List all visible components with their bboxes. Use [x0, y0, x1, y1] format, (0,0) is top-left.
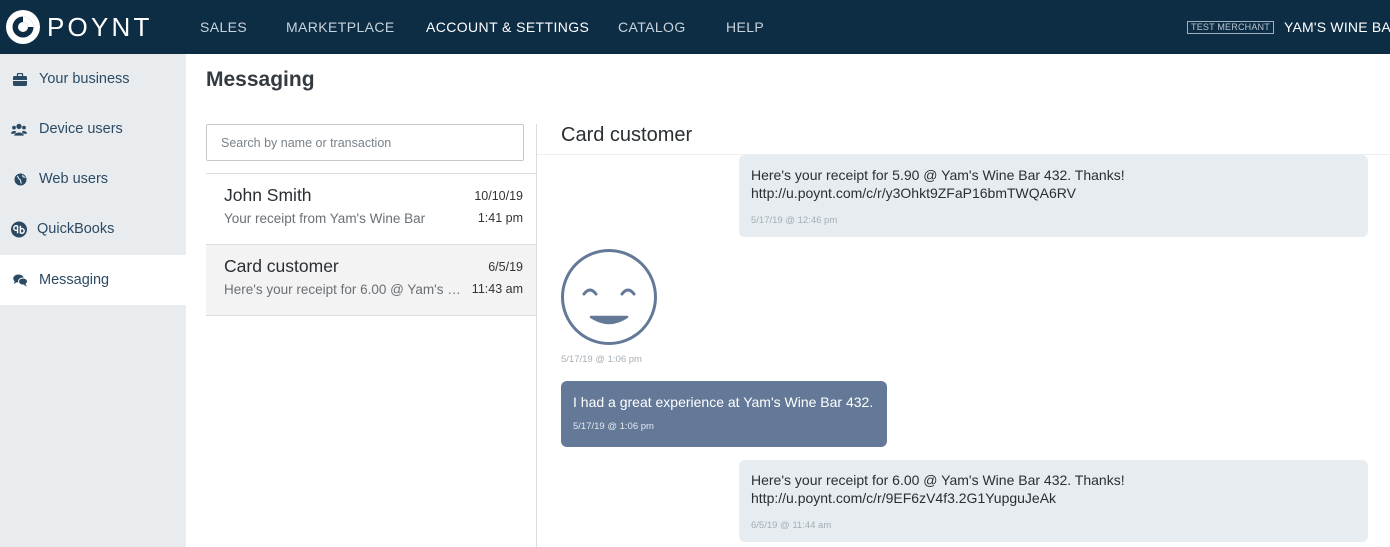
sidebar-item-web-users[interactable]: Web users	[0, 154, 186, 204]
merchant-name-menu[interactable]: YAM'S WINE BAR	[1284, 19, 1390, 35]
globe-icon	[12, 171, 28, 187]
outgoing-message: Here's your receipt for 5.90 @ Yam's Win…	[739, 155, 1368, 237]
incoming-message: I had a great experience at Yam's Wine B…	[561, 381, 887, 447]
sidebar-item-device-users[interactable]: Device users	[0, 104, 186, 154]
chat-bubbles-icon	[12, 272, 28, 288]
conversation-time: 1:41 pm	[477, 211, 523, 225]
conversation-list: John Smith Your receipt from Yam's Wine …	[206, 173, 537, 316]
sidebar-item-quickbooks[interactable]: QuickBooks	[0, 204, 186, 254]
sidebar-item-messaging[interactable]: Messaging	[0, 255, 186, 305]
sidebar-item-label: Device users	[39, 121, 123, 137]
nav-marketplace[interactable]: MARKETPLACE	[286, 19, 395, 35]
quickbooks-icon	[11, 221, 27, 237]
briefcase-icon	[12, 71, 28, 87]
message-timestamp: 6/5/19 @ 11:44 am	[751, 520, 832, 531]
conversation-preview: Here's your receipt for 6.00 @ Yam's Win…	[224, 282, 469, 297]
conversation-item-selected[interactable]: Card customer Here's your receipt for 6.…	[206, 245, 537, 316]
conversation-date: 10/10/19	[474, 189, 523, 203]
page-title: Messaging	[206, 68, 315, 91]
users-icon	[11, 121, 27, 137]
nav-help[interactable]: HELP	[726, 19, 764, 35]
conversation-date: 6/5/19	[488, 260, 523, 274]
message-timestamp: 5/17/19 @ 1:06 pm	[561, 354, 642, 365]
message-timestamp: 5/17/19 @ 12:46 pm	[751, 215, 838, 226]
conversation-item[interactable]: John Smith Your receipt from Yam's Wine …	[206, 174, 537, 245]
nav-catalog[interactable]: CATALOG	[618, 19, 686, 35]
test-merchant-badge: TEST MERCHANT	[1187, 21, 1274, 34]
message-text: Here's your receipt for 6.00 @ Yam's Win…	[751, 472, 1125, 488]
conversation-search-input[interactable]	[206, 124, 524, 161]
conversation-preview: Your receipt from Yam's Wine Bar	[224, 211, 426, 226]
poynt-logo[interactable]: POYNT	[6, 10, 153, 44]
thread-title: Card customer	[561, 124, 693, 146]
smiling-face-icon	[561, 249, 657, 345]
conversation-name: Card customer	[224, 256, 339, 276]
top-navigation-bar: POYNT SALES MARKETPLACE ACCOUNT & SETTIN…	[0, 0, 1390, 54]
sidebar-item-your-business[interactable]: Your business	[0, 54, 186, 104]
receipt-link[interactable]: http://u.poynt.com/c/r/y3Ohkt9ZFaP16bmTW…	[751, 184, 1356, 202]
sidebar-item-label: Web users	[39, 171, 109, 187]
message-text: Here's your receipt for 5.90 @ Yam's Win…	[751, 167, 1125, 183]
conversation-time: 11:43 am	[471, 282, 523, 296]
settings-sidebar: Your business Device users Web users Qui…	[0, 54, 186, 547]
message-text: I had a great experience at Yam's Wine B…	[573, 394, 874, 410]
brand-name: POYNT	[47, 11, 153, 42]
nav-sales[interactable]: SALES	[200, 19, 247, 35]
sidebar-item-label: Messaging	[39, 272, 110, 288]
conversation-name: John Smith	[224, 185, 312, 205]
receipt-link[interactable]: http://u.poynt.com/c/r/9EF6zV4f3.2G1Yupg…	[751, 489, 1356, 507]
sidebar-item-label: Your business	[39, 71, 130, 87]
nav-account-settings[interactable]: ACCOUNT & SETTINGS	[426, 19, 589, 35]
sidebar-item-label: QuickBooks	[37, 221, 115, 237]
outgoing-message: Here's your receipt for 6.00 @ Yam's Win…	[739, 460, 1368, 542]
message-timestamp: 5/17/19 @ 1:06 pm	[573, 421, 654, 432]
panel-divider	[536, 124, 537, 547]
poynt-logo-icon	[6, 10, 40, 44]
